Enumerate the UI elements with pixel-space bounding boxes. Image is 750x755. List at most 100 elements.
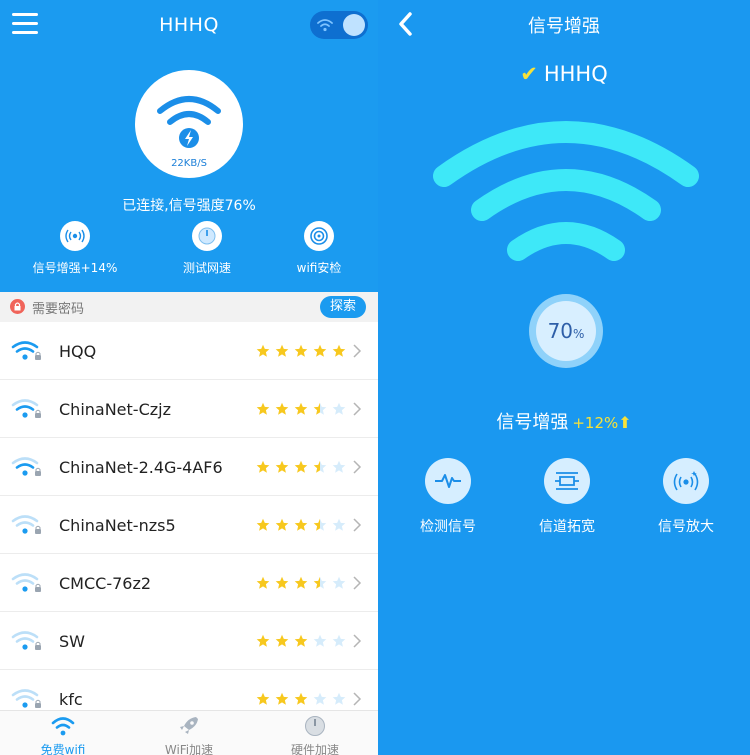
star-icon <box>313 402 327 415</box>
channel-icon <box>544 458 590 504</box>
star-icon <box>313 344 327 357</box>
tab-free-wifi[interactable]: 免费wifi <box>0 711 126 755</box>
rating-stars <box>256 692 346 705</box>
star-icon <box>275 576 289 589</box>
star-icon <box>294 460 308 473</box>
network-name: ChinaNet-Czjz <box>59 400 171 419</box>
feature-signal-amplify[interactable]: 信号放大 <box>631 458 741 536</box>
chevron-right-icon <box>353 692 362 706</box>
star-icon <box>294 402 308 415</box>
wifi-toggle[interactable] <box>310 11 368 39</box>
page-title: 信号增强 <box>528 16 600 37</box>
chevron-right-icon <box>353 344 362 358</box>
tab-label: WiFi加速 <box>164 743 214 755</box>
wifi-signal-icon <box>11 399 41 418</box>
network-name: HQQ <box>59 342 97 361</box>
boost-value: +12% <box>572 414 619 432</box>
star-icon <box>313 634 327 647</box>
toggle-knob <box>343 14 365 36</box>
star-icon <box>294 634 308 647</box>
wifi-signal-icon <box>11 631 41 650</box>
star-icon <box>294 344 308 357</box>
signal-boost-screen: 信号增强 ✔ HHHQ 70% 信号增强 +12%⬆ 检测信号 信道拓宽 信号放大 <box>378 0 750 755</box>
network-name: ChinaNet-nzs5 <box>59 516 176 535</box>
chevron-right-icon <box>353 460 362 474</box>
network-row[interactable]: ChinaNet-Czjz <box>0 380 378 438</box>
feature-label: 测试网速 <box>182 261 231 275</box>
star-icon <box>294 518 308 531</box>
network-row[interactable]: ChinaNet-nzs5 <box>0 496 378 554</box>
wifi-signal-icon <box>11 573 41 592</box>
wifi-signal-icon <box>11 689 41 708</box>
star-icon <box>313 692 327 705</box>
feature-label: 信号增强+14% <box>32 261 118 275</box>
signal-percent-gauge: 70% <box>529 294 603 368</box>
star-icon <box>256 460 270 473</box>
tab-hardware-accelerate[interactable]: 硬件加速 <box>252 711 378 755</box>
password-required-label: 需要密码 <box>32 302 85 317</box>
rating-stars <box>256 634 346 647</box>
boost-summary: 信号增强 +12%⬆ <box>378 408 750 434</box>
star-icon <box>332 460 346 473</box>
star-icon <box>275 518 289 531</box>
rating-stars <box>256 402 346 415</box>
speedometer-icon <box>192 221 222 251</box>
star-icon <box>332 576 346 589</box>
feature-wifi-security[interactable]: wifi安检 <box>264 221 374 276</box>
connection-status: 已连接,信号强度76% <box>122 198 256 214</box>
list-header: 需要密码 探索 <box>0 292 378 322</box>
network-name: ChinaNet-2.4G-4AF6 <box>59 458 223 477</box>
star-icon <box>313 460 327 473</box>
feature-detect-signal[interactable]: 检测信号 <box>393 458 503 536</box>
explore-button[interactable]: 探索 <box>320 296 366 318</box>
feature-speed-test[interactable]: 测试网速 <box>152 221 262 276</box>
network-row[interactable]: HQQ <box>0 322 378 380</box>
star-icon <box>275 344 289 357</box>
connection-indicator[interactable]: 22KB/S <box>135 70 243 178</box>
network-row[interactable]: CMCC-76z2 <box>0 554 378 612</box>
lock-icon <box>10 299 25 314</box>
star-icon <box>275 402 289 415</box>
network-row[interactable]: ChinaNet-2.4G-4AF6 <box>0 438 378 496</box>
check-icon: ✔ <box>520 62 538 86</box>
star-icon <box>256 402 270 415</box>
feature-signal-boost[interactable]: 信号增强+14% <box>20 221 130 276</box>
tab-wifi-accelerate[interactable]: WiFi加速 <box>126 711 252 755</box>
wifi-signal-icon <box>11 457 41 476</box>
network-row[interactable]: SW <box>0 612 378 670</box>
feature-channel-widen[interactable]: 信道拓宽 <box>512 458 622 536</box>
star-icon <box>332 402 346 415</box>
star-icon <box>256 634 270 647</box>
feature-label: 信道拓宽 <box>539 519 595 535</box>
rating-stars <box>256 518 346 531</box>
rocket-icon <box>180 717 198 734</box>
star-icon <box>275 692 289 705</box>
tab-label: 硬件加速 <box>290 743 339 755</box>
target-icon <box>304 221 334 251</box>
star-icon <box>256 344 270 357</box>
star-icon <box>313 576 327 589</box>
percent-value: 70 <box>547 319 574 343</box>
star-icon <box>294 576 308 589</box>
wifi-signal-icon <box>11 515 41 534</box>
signal-amplify-icon <box>663 458 709 504</box>
chevron-right-icon <box>353 402 362 416</box>
rating-stars <box>256 344 346 357</box>
waveform-icon <box>425 458 471 504</box>
speedometer-icon <box>305 716 325 736</box>
star-icon <box>275 460 289 473</box>
rating-stars <box>256 576 346 589</box>
star-icon <box>313 518 327 531</box>
chevron-right-icon <box>353 576 362 590</box>
network-name: kfc <box>59 690 83 709</box>
feature-label: 检测信号 <box>420 519 476 535</box>
wifi-signal-icon <box>11 341 41 360</box>
network-name: CMCC-76z2 <box>59 574 152 593</box>
wifi-icon <box>317 19 333 32</box>
signal-percent: 70% <box>536 301 596 361</box>
star-icon <box>332 634 346 647</box>
feature-label: wifi安检 <box>296 261 342 275</box>
feature-label: 信号放大 <box>658 519 714 535</box>
rating-stars <box>256 460 346 473</box>
chevron-right-icon <box>353 634 362 648</box>
